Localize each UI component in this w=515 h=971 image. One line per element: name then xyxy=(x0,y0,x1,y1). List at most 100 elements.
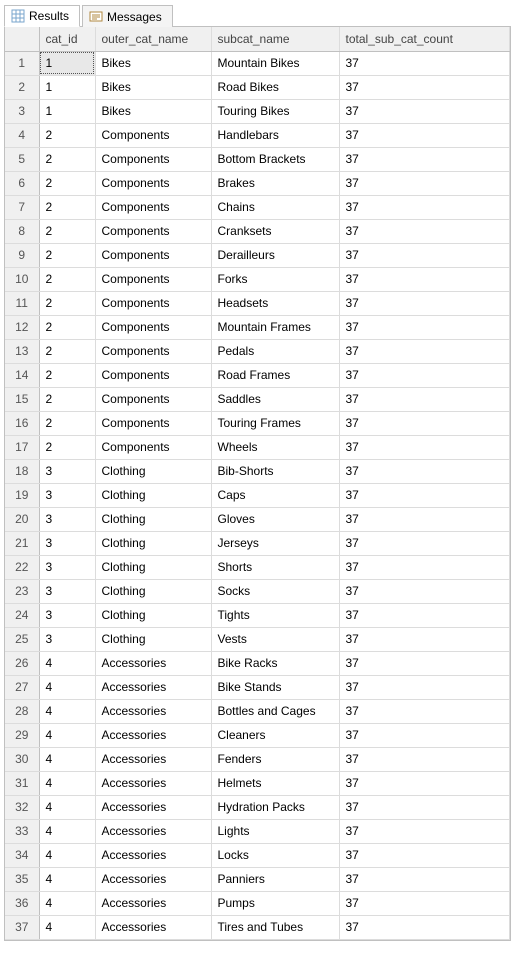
cell-rownum[interactable]: 35 xyxy=(5,867,39,891)
cell-rownum[interactable]: 34 xyxy=(5,843,39,867)
cell-subcat-name[interactable]: Forks xyxy=(211,267,339,291)
cell-outer-cat-name[interactable]: Components xyxy=(95,147,211,171)
cell-subcat-name[interactable]: Bike Stands xyxy=(211,675,339,699)
cell-total-sub-cat-count[interactable]: 37 xyxy=(339,219,510,243)
cell-total-sub-cat-count[interactable]: 37 xyxy=(339,675,510,699)
cell-total-sub-cat-count[interactable]: 37 xyxy=(339,627,510,651)
cell-cat-id[interactable]: 2 xyxy=(39,123,95,147)
tab-messages[interactable]: Messages xyxy=(82,5,173,27)
cell-rownum[interactable]: 10 xyxy=(5,267,39,291)
cell-subcat-name[interactable]: Bib-Shorts xyxy=(211,459,339,483)
cell-total-sub-cat-count[interactable]: 37 xyxy=(339,195,510,219)
table-row[interactable]: 31BikesTouring Bikes37 xyxy=(5,99,510,123)
cell-cat-id[interactable]: 4 xyxy=(39,915,95,939)
cell-cat-id[interactable]: 2 xyxy=(39,267,95,291)
cell-total-sub-cat-count[interactable]: 37 xyxy=(339,651,510,675)
cell-outer-cat-name[interactable]: Clothing xyxy=(95,507,211,531)
cell-total-sub-cat-count[interactable]: 37 xyxy=(339,99,510,123)
cell-outer-cat-name[interactable]: Components xyxy=(95,195,211,219)
cell-subcat-name[interactable]: Headsets xyxy=(211,291,339,315)
cell-cat-id[interactable]: 4 xyxy=(39,723,95,747)
header-cat-id[interactable]: cat_id xyxy=(39,27,95,51)
cell-subcat-name[interactable]: Bottles and Cages xyxy=(211,699,339,723)
cell-subcat-name[interactable]: Touring Frames xyxy=(211,411,339,435)
cell-subcat-name[interactable]: Tires and Tubes xyxy=(211,915,339,939)
cell-total-sub-cat-count[interactable]: 37 xyxy=(339,915,510,939)
cell-subcat-name[interactable]: Chains xyxy=(211,195,339,219)
table-row[interactable]: 42ComponentsHandlebars37 xyxy=(5,123,510,147)
cell-rownum[interactable]: 13 xyxy=(5,339,39,363)
table-row[interactable]: 324AccessoriesHydration Packs37 xyxy=(5,795,510,819)
cell-cat-id[interactable]: 4 xyxy=(39,675,95,699)
cell-cat-id[interactable]: 1 xyxy=(39,51,95,75)
cell-cat-id[interactable]: 4 xyxy=(39,795,95,819)
table-row[interactable]: 354AccessoriesPanniers37 xyxy=(5,867,510,891)
cell-rownum[interactable]: 1 xyxy=(5,51,39,75)
cell-rownum[interactable]: 19 xyxy=(5,483,39,507)
cell-rownum[interactable]: 11 xyxy=(5,291,39,315)
cell-outer-cat-name[interactable]: Accessories xyxy=(95,771,211,795)
cell-subcat-name[interactable]: Bottom Brackets xyxy=(211,147,339,171)
cell-rownum[interactable]: 37 xyxy=(5,915,39,939)
cell-cat-id[interactable]: 4 xyxy=(39,699,95,723)
cell-rownum[interactable]: 12 xyxy=(5,315,39,339)
table-row[interactable]: 233ClothingSocks37 xyxy=(5,579,510,603)
cell-outer-cat-name[interactable]: Bikes xyxy=(95,51,211,75)
cell-outer-cat-name[interactable]: Accessories xyxy=(95,675,211,699)
cell-total-sub-cat-count[interactable]: 37 xyxy=(339,819,510,843)
cell-subcat-name[interactable]: Shorts xyxy=(211,555,339,579)
cell-total-sub-cat-count[interactable]: 37 xyxy=(339,339,510,363)
cell-cat-id[interactable]: 2 xyxy=(39,315,95,339)
table-row[interactable]: 162ComponentsTouring Frames37 xyxy=(5,411,510,435)
cell-cat-id[interactable]: 1 xyxy=(39,75,95,99)
cell-outer-cat-name[interactable]: Components xyxy=(95,435,211,459)
table-row[interactable]: 112ComponentsHeadsets37 xyxy=(5,291,510,315)
cell-outer-cat-name[interactable]: Clothing xyxy=(95,459,211,483)
cell-total-sub-cat-count[interactable]: 37 xyxy=(339,387,510,411)
cell-cat-id[interactable]: 4 xyxy=(39,747,95,771)
table-row[interactable]: 172ComponentsWheels37 xyxy=(5,435,510,459)
cell-subcat-name[interactable]: Saddles xyxy=(211,387,339,411)
cell-cat-id[interactable]: 2 xyxy=(39,339,95,363)
table-row[interactable]: 132ComponentsPedals37 xyxy=(5,339,510,363)
table-row[interactable]: 52ComponentsBottom Brackets37 xyxy=(5,147,510,171)
cell-subcat-name[interactable]: Gloves xyxy=(211,507,339,531)
cell-total-sub-cat-count[interactable]: 37 xyxy=(339,435,510,459)
cell-cat-id[interactable]: 1 xyxy=(39,99,95,123)
cell-outer-cat-name[interactable]: Accessories xyxy=(95,843,211,867)
table-row[interactable]: 304AccessoriesFenders37 xyxy=(5,747,510,771)
cell-rownum[interactable]: 15 xyxy=(5,387,39,411)
cell-rownum[interactable]: 9 xyxy=(5,243,39,267)
cell-outer-cat-name[interactable]: Accessories xyxy=(95,819,211,843)
cell-subcat-name[interactable]: Brakes xyxy=(211,171,339,195)
cell-rownum[interactable]: 20 xyxy=(5,507,39,531)
cell-cat-id[interactable]: 4 xyxy=(39,819,95,843)
cell-subcat-name[interactable]: Wheels xyxy=(211,435,339,459)
cell-rownum[interactable]: 6 xyxy=(5,171,39,195)
cell-outer-cat-name[interactable]: Components xyxy=(95,267,211,291)
table-row[interactable]: 243ClothingTights37 xyxy=(5,603,510,627)
cell-outer-cat-name[interactable]: Accessories xyxy=(95,915,211,939)
cell-cat-id[interactable]: 4 xyxy=(39,843,95,867)
cell-outer-cat-name[interactable]: Clothing xyxy=(95,627,211,651)
cell-subcat-name[interactable]: Socks xyxy=(211,579,339,603)
cell-subcat-name[interactable]: Pumps xyxy=(211,891,339,915)
cell-rownum[interactable]: 29 xyxy=(5,723,39,747)
cell-rownum[interactable]: 16 xyxy=(5,411,39,435)
table-row[interactable]: 92ComponentsDerailleurs37 xyxy=(5,243,510,267)
cell-outer-cat-name[interactable]: Clothing xyxy=(95,579,211,603)
cell-subcat-name[interactable]: Cranksets xyxy=(211,219,339,243)
cell-outer-cat-name[interactable]: Accessories xyxy=(95,867,211,891)
table-row[interactable]: 294AccessoriesCleaners37 xyxy=(5,723,510,747)
cell-rownum[interactable]: 32 xyxy=(5,795,39,819)
cell-rownum[interactable]: 26 xyxy=(5,651,39,675)
cell-rownum[interactable]: 7 xyxy=(5,195,39,219)
cell-outer-cat-name[interactable]: Components xyxy=(95,171,211,195)
cell-subcat-name[interactable]: Jerseys xyxy=(211,531,339,555)
cell-subcat-name[interactable]: Helmets xyxy=(211,771,339,795)
cell-subcat-name[interactable]: Pedals xyxy=(211,339,339,363)
cell-outer-cat-name[interactable]: Components xyxy=(95,291,211,315)
cell-subcat-name[interactable]: Handlebars xyxy=(211,123,339,147)
cell-subcat-name[interactable]: Locks xyxy=(211,843,339,867)
table-row[interactable]: 21BikesRoad Bikes37 xyxy=(5,75,510,99)
